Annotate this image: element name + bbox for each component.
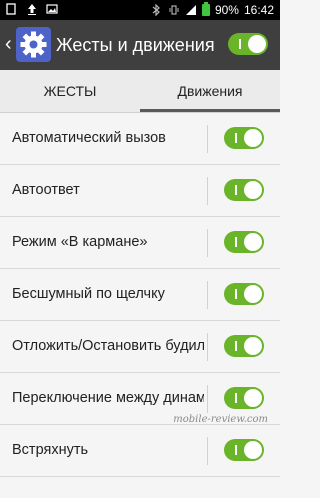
status-right-icons: 90% 16:42 xyxy=(151,2,274,17)
battery-percent: 90% xyxy=(214,3,239,17)
setting-row-auto-answer[interactable]: Автоответ xyxy=(0,165,280,217)
toggle-switch[interactable] xyxy=(224,179,264,201)
battery-icon xyxy=(201,2,210,16)
setting-row-auto-call[interactable]: Автоматический вызов xyxy=(0,113,280,165)
tab-bar: ЖЕСТЫ Движения xyxy=(0,70,280,113)
clock: 16:42 xyxy=(243,3,274,17)
toggle-switch[interactable] xyxy=(224,439,264,461)
upload-icon xyxy=(26,3,38,15)
status-left-icons xyxy=(6,3,58,15)
divider xyxy=(207,333,208,361)
setting-row-silent-flip[interactable]: Бесшумный по щелчку xyxy=(0,269,280,321)
gear-icon[interactable] xyxy=(16,27,51,62)
sim-card-icon xyxy=(6,3,18,15)
master-toggle[interactable] xyxy=(228,33,268,55)
toggle-switch[interactable] xyxy=(224,231,264,253)
divider xyxy=(207,385,208,413)
vibrate-icon xyxy=(168,4,180,16)
divider xyxy=(207,177,208,205)
toggle-switch[interactable] xyxy=(224,127,264,149)
setting-label: Бесшумный по щелчку xyxy=(12,286,165,302)
divider xyxy=(207,229,208,257)
watermark: mobile-review.com xyxy=(173,414,268,425)
setting-label: Автоматический вызов xyxy=(12,130,166,146)
divider xyxy=(207,281,208,309)
toggle-switch[interactable] xyxy=(224,387,264,409)
setting-row-snooze-alarm[interactable]: Отложить/Остановить будильник xyxy=(0,321,280,373)
app-bar: ‹ Жесты и движения xyxy=(0,20,280,70)
divider xyxy=(207,125,208,153)
image-icon xyxy=(46,3,58,15)
setting-label: Режим «В кармане» xyxy=(12,234,148,250)
setting-label: Автоответ xyxy=(12,182,80,198)
page-title: Жесты и движения xyxy=(56,35,215,55)
status-bar: 90% 16:42 xyxy=(0,0,280,20)
bluetooth-icon xyxy=(151,3,163,17)
tab-gestures[interactable]: ЖЕСТЫ xyxy=(0,70,140,112)
toggle-switch[interactable] xyxy=(224,283,264,305)
setting-label: Отложить/Остановить будильник xyxy=(12,338,204,354)
back-chevron-icon[interactable]: ‹ xyxy=(5,34,12,54)
divider xyxy=(207,437,208,465)
toggle-knob xyxy=(248,35,266,53)
toggle-switch[interactable] xyxy=(224,335,264,357)
setting-row-shake[interactable]: Встряхнуть xyxy=(0,425,280,477)
tab-motions[interactable]: Движения xyxy=(140,70,280,112)
signal-icon xyxy=(185,4,197,16)
setting-row-pocket-mode[interactable]: Режим «В кармане» xyxy=(0,217,280,269)
setting-label: Встряхнуть xyxy=(12,442,89,458)
